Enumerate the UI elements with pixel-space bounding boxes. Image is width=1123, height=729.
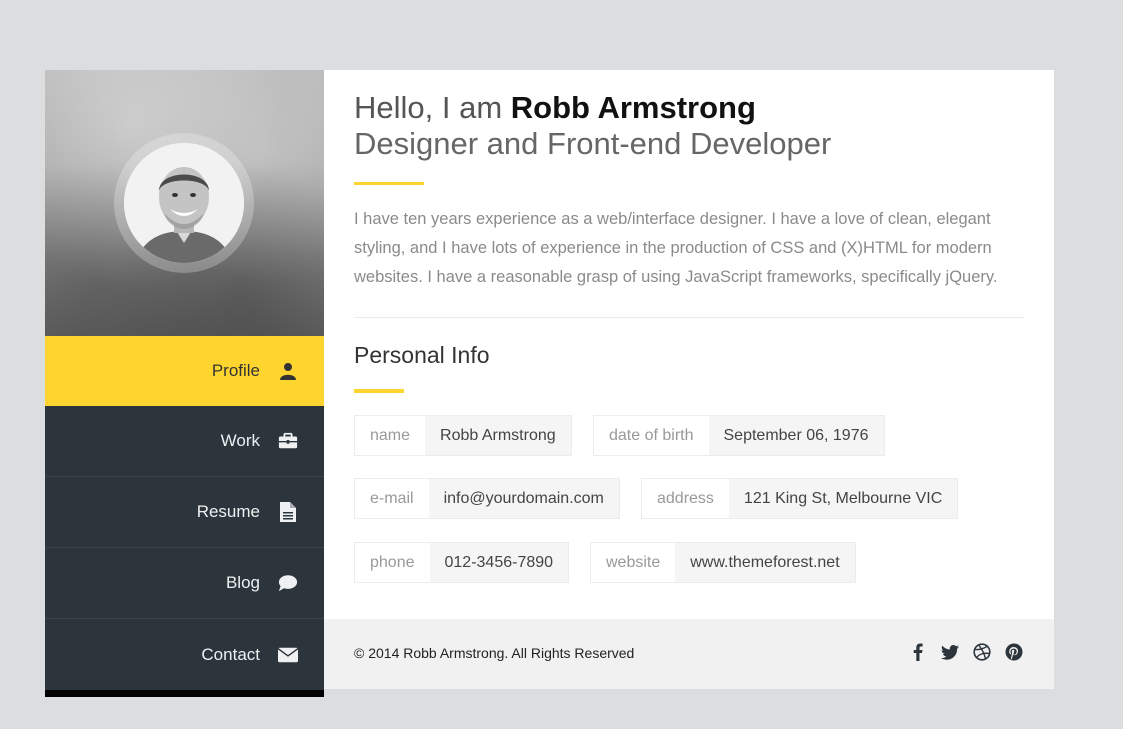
info-key: name bbox=[355, 416, 426, 455]
sidebar: Profile Work Resume Blog Contact bbox=[45, 70, 324, 697]
info-key: address bbox=[642, 479, 729, 518]
info-key: e-mail bbox=[355, 479, 429, 518]
nav-label: Resume bbox=[196, 502, 260, 521]
nav-item-work[interactable]: Work bbox=[45, 406, 324, 477]
nav-label: Blog bbox=[225, 573, 260, 592]
info-value: www.themeforest.net bbox=[675, 543, 855, 582]
bio-text: I have ten years experience as a web/int… bbox=[354, 210, 998, 286]
section-title: Personal Info bbox=[354, 342, 490, 368]
profile-hero bbox=[45, 70, 324, 336]
info-value: September 06, 1976 bbox=[708, 416, 884, 455]
sidebar-bottom-bar bbox=[45, 690, 324, 697]
briefcase-icon bbox=[278, 431, 298, 451]
user-icon bbox=[278, 361, 298, 381]
nav-label: Profile bbox=[211, 361, 260, 380]
divider bbox=[354, 317, 1024, 318]
info-value: Robb Armstrong bbox=[425, 416, 571, 455]
nav-item-profile[interactable]: Profile bbox=[45, 336, 324, 406]
avatar-ring bbox=[114, 133, 254, 273]
dribbble-icon[interactable] bbox=[972, 641, 992, 663]
info-address: address 121 King St, Melbourne VIC bbox=[641, 478, 959, 519]
facebook-icon[interactable] bbox=[908, 641, 928, 663]
copyright: © 2014 Robb Armstrong. All Rights Reserv… bbox=[354, 645, 635, 661]
nav-item-blog[interactable]: Blog bbox=[45, 548, 324, 619]
info-value: 012-3456-7890 bbox=[429, 543, 569, 582]
section-accent-bar bbox=[354, 389, 404, 393]
pinterest-icon[interactable] bbox=[1004, 641, 1024, 663]
info-key: website bbox=[591, 543, 676, 582]
file-icon bbox=[278, 502, 298, 522]
info-value: info@yourdomain.com bbox=[428, 479, 619, 518]
info-phone: phone 012-3456-7890 bbox=[354, 542, 570, 583]
info-email: e-mail info@yourdomain.com bbox=[354, 478, 620, 519]
profile-subtitle: Designer and Front-end Developer bbox=[354, 126, 832, 161]
envelope-icon bbox=[278, 645, 298, 665]
sidebar-nav: Profile Work Resume Blog Contact bbox=[45, 336, 324, 690]
social-links bbox=[908, 641, 1024, 663]
comment-icon bbox=[278, 573, 298, 593]
nav-label: Work bbox=[220, 431, 260, 450]
greeting-prefix: Hello, I am bbox=[354, 90, 511, 125]
info-key: date of birth bbox=[594, 416, 709, 455]
info-name: name Robb Armstrong bbox=[354, 415, 572, 456]
info-date-of-birth: date of birth September 06, 1976 bbox=[593, 415, 885, 456]
greeting: Hello, I am Robb Armstrong bbox=[354, 90, 756, 126]
nav-item-resume[interactable]: Resume bbox=[45, 477, 324, 548]
nav-item-contact[interactable]: Contact bbox=[45, 619, 324, 690]
nav-label: Contact bbox=[201, 644, 260, 664]
main-content: Hello, I am Robb Armstrong Designer and … bbox=[324, 70, 1054, 619]
twitter-icon[interactable] bbox=[940, 641, 960, 663]
info-website: website www.themeforest.net bbox=[590, 542, 856, 583]
profile-name: Robb Armstrong bbox=[510, 90, 756, 125]
title-accent-bar bbox=[354, 182, 424, 185]
avatar bbox=[124, 143, 244, 263]
footer: © 2014 Robb Armstrong. All Rights Reserv… bbox=[324, 619, 1054, 689]
info-key: phone bbox=[355, 543, 430, 582]
info-value: 121 King St, Melbourne VIC bbox=[728, 479, 958, 518]
